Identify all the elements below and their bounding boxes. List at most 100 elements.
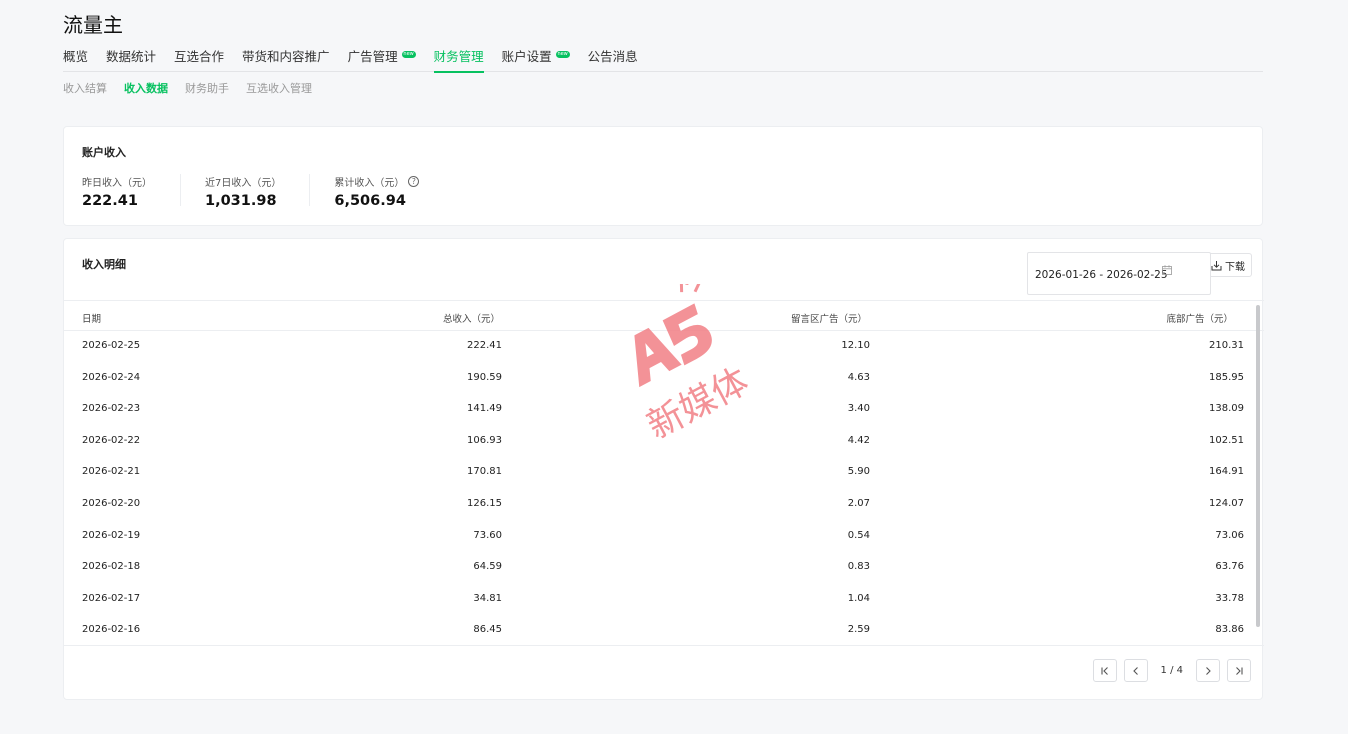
- tab-1[interactable]: 数据统计: [106, 46, 156, 72]
- cell-total-income: 126.15: [467, 497, 502, 509]
- cell-total-income: 170.81: [467, 466, 502, 478]
- help-icon[interactable]: ?: [408, 176, 420, 187]
- prev-page-icon: [1132, 666, 1138, 675]
- cell-date: 2026-02-19: [82, 529, 141, 541]
- last-page-icon: [1236, 666, 1243, 675]
- cell-bottom-ad: 124.07: [1209, 497, 1244, 509]
- table-row: 2026-02-18 64.59 0.83 63.76: [64, 552, 1252, 584]
- col-bottom-ad: 底部广告（元）: [1166, 314, 1233, 325]
- income-detail-card: 收入明细 2026-01-26 - 2026-02-25 下载 日期 总收入（元…: [63, 238, 1264, 700]
- cell-total-income: 190.59: [467, 371, 502, 383]
- new-badge: new: [555, 51, 570, 58]
- cell-date: 2026-02-22: [82, 434, 141, 446]
- tab-label: 账户设置: [501, 49, 552, 64]
- cell-total-income: 64.59: [473, 561, 502, 573]
- next-page-icon: [1206, 666, 1211, 675]
- prev-page-button[interactable]: [1123, 659, 1148, 682]
- cell-bottom-ad: 73.06: [1215, 529, 1244, 541]
- cell-bottom-ad: 33.78: [1215, 592, 1244, 604]
- first-page-button[interactable]: [1092, 659, 1117, 682]
- cell-total-income: 222.41: [467, 340, 502, 351]
- cell-comment-ad: 1.04: [847, 592, 870, 604]
- tab-5[interactable]: 财务管理: [433, 46, 484, 73]
- cell-total-income: 73.60: [473, 529, 502, 541]
- tab-label: 带货和内容推广: [242, 49, 330, 64]
- tab-3[interactable]: 带货和内容推广: [242, 46, 330, 72]
- cell-date: 2026-02-18: [82, 561, 141, 573]
- last-page-button[interactable]: [1227, 659, 1251, 682]
- income-stat: 近7日收入（元） 1,031.98: [205, 174, 311, 209]
- next-page-button[interactable]: [1196, 659, 1220, 682]
- table-row: 2026-02-20 126.15 2.07 124.07: [64, 489, 1252, 521]
- subtab-2[interactable]: 财务助手: [185, 80, 229, 96]
- cell-bottom-ad: 210.31: [1209, 340, 1244, 351]
- download-button[interactable]: 下载: [1205, 253, 1252, 277]
- table-row: 2026-02-17 34.81 1.04 33.78: [64, 584, 1252, 616]
- cell-comment-ad: 4.42: [847, 434, 870, 446]
- stat-value: 6,506.94: [334, 193, 406, 209]
- page-indicator: 1 / 4: [1160, 665, 1183, 676]
- tab-4[interactable]: 广告管理 new: [348, 46, 416, 72]
- col-comment-ad: 留言区广告（元）: [790, 314, 867, 325]
- cell-date: 2026-02-20: [82, 497, 141, 509]
- tab-7[interactable]: 公告消息: [588, 46, 638, 72]
- tab-label: 互选合作: [174, 49, 225, 64]
- table-scrollbar[interactable]: [1256, 305, 1260, 627]
- calendar-icon: [1162, 265, 1172, 275]
- cell-bottom-ad: 164.91: [1209, 466, 1244, 478]
- cell-bottom-ad: 83.86: [1215, 624, 1244, 636]
- table-header: 日期 总收入（元） 留言区广告（元） 底部广告（元）: [64, 300, 1264, 331]
- tab-0[interactable]: 概览: [63, 46, 88, 72]
- download-icon: [1211, 260, 1222, 270]
- cell-comment-ad: 0.83: [847, 561, 870, 573]
- tab-label: 公告消息: [587, 49, 638, 64]
- stat-label: 累计收入（元）?: [334, 174, 420, 189]
- tab-label: 财务管理: [433, 49, 484, 64]
- date-range-picker[interactable]: 2026-01-26 - 2026-02-25: [1027, 252, 1211, 295]
- tab-label: 概览: [63, 49, 89, 64]
- income-stat: 累计收入（元）? 6,506.94: [334, 174, 447, 209]
- cell-date: 2026-02-21: [82, 466, 141, 478]
- tab-label: 广告管理: [347, 49, 398, 64]
- col-date: 日期: [82, 314, 102, 325]
- cell-comment-ad: 2.07: [847, 497, 870, 509]
- table-row: 2026-02-24 190.59 4.63 185.95: [64, 363, 1252, 395]
- cell-bottom-ad: 185.95: [1209, 371, 1244, 383]
- tab-6[interactable]: 账户设置 new: [502, 46, 570, 72]
- stat-label: 近7日收入（元）: [205, 174, 281, 189]
- subtab-3[interactable]: 互选收入管理: [246, 80, 312, 96]
- col-total-income: 总收入（元）: [442, 314, 500, 325]
- cell-comment-ad: 4.63: [847, 371, 870, 383]
- cell-comment-ad: 12.10: [841, 340, 870, 351]
- table-row: 2026-02-25 222.41 12.10 210.31: [64, 331, 1252, 363]
- cell-comment-ad: 3.40: [847, 403, 870, 415]
- table-row: 2026-02-16 86.45 2.59 83.86: [64, 615, 1252, 647]
- cell-date: 2026-02-23: [82, 403, 141, 415]
- new-badge: new: [401, 51, 416, 58]
- table-footer-divider: [64, 645, 1264, 646]
- date-range-value: 2026-01-26 - 2026-02-25: [1035, 269, 1168, 281]
- subtab-0[interactable]: 收入结算: [63, 80, 107, 96]
- cell-total-income: 141.49: [467, 403, 502, 415]
- cell-bottom-ad: 63.76: [1215, 561, 1244, 573]
- table-row: 2026-02-21 170.81 5.90 164.91: [64, 457, 1252, 489]
- cell-comment-ad: 2.59: [847, 624, 870, 636]
- cell-bottom-ad: 138.09: [1209, 403, 1244, 415]
- stat-label-text: 累计收入（元）: [334, 178, 405, 189]
- stat-value: 222.41: [82, 193, 138, 209]
- cell-date: 2026-02-17: [82, 592, 141, 604]
- cell-comment-ad: 0.54: [847, 529, 870, 541]
- income-stat: 昨日收入（元） 222.41: [82, 174, 181, 209]
- table-body: 2026-02-25 222.41 12.10 210.31 2026-02-24 190…: [64, 331, 1252, 647]
- download-label: 下载: [1225, 261, 1245, 273]
- cell-date: 2026-02-16: [82, 624, 141, 636]
- tab-2[interactable]: 互选合作: [174, 46, 224, 72]
- stat-label-text: 昨日收入（元）: [82, 178, 152, 189]
- account-income-card: 账户收入 昨日收入（元） 222.41 近7日收入（元） 1,031.98 累计收入（元…: [63, 126, 1263, 226]
- cell-date: 2026-02-25: [82, 340, 141, 351]
- cell-total-income: 86.45: [473, 624, 502, 636]
- subtab-1[interactable]: 收入数据: [124, 80, 168, 96]
- table-row: 2026-02-22 106.93 4.42 102.51: [64, 426, 1252, 458]
- main-nav: 概览 数据统计 互选合作 带货和内容推广 广告管理 new 财务管理 账户设置 new 公告消息: [63, 46, 1263, 73]
- cell-total-income: 34.81: [473, 592, 502, 604]
